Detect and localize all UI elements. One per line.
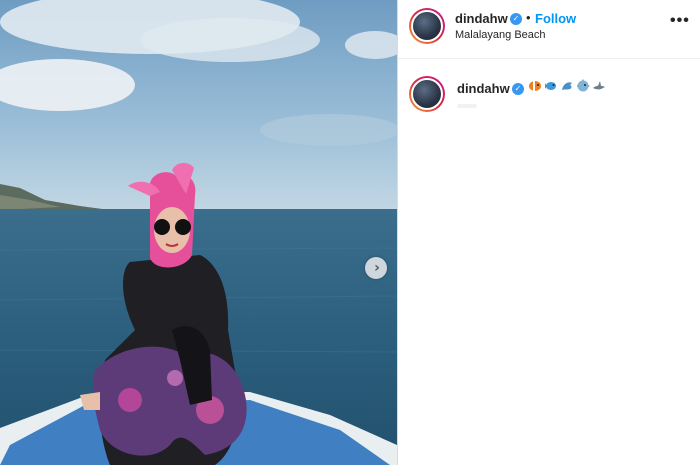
shark-icon <box>593 81 605 90</box>
chevron-right-icon: › <box>374 260 380 276</box>
location-link[interactable]: Malalayang Beach <box>455 29 546 41</box>
caption-username-link[interactable]: dindahw <box>457 81 510 96</box>
carousel-next-button[interactable]: › <box>365 257 387 279</box>
caption-avatar[interactable] <box>409 76 445 112</box>
username-link[interactable]: dindahw <box>455 11 508 26</box>
timestamp-placeholder <box>457 104 477 108</box>
more-options-icon[interactable]: ••• <box>670 12 690 30</box>
caption-verified-badge-icon: ✓ <box>512 83 524 95</box>
post-side-panel: dindahw ✓ • Follow Malalayang Beach ••• … <box>398 0 700 465</box>
post-header: dindahw ✓ • Follow Malalayang Beach ••• <box>398 0 700 59</box>
post-photo[interactable]: › <box>0 0 397 465</box>
fish-icon <box>545 82 556 90</box>
dolphin-icon <box>562 82 572 90</box>
caption-avatar-image <box>411 78 443 110</box>
beach-boat-photo <box>0 0 397 465</box>
follow-button[interactable]: Follow <box>535 11 576 26</box>
verified-badge-icon: ✓ <box>510 13 522 25</box>
avatar-image <box>411 10 443 42</box>
blowfish-icon <box>577 79 590 92</box>
avatar[interactable] <box>409 8 445 44</box>
caption-emojis <box>528 79 606 93</box>
clownfish-icon <box>529 81 541 91</box>
separator-dot: • <box>526 10 531 25</box>
